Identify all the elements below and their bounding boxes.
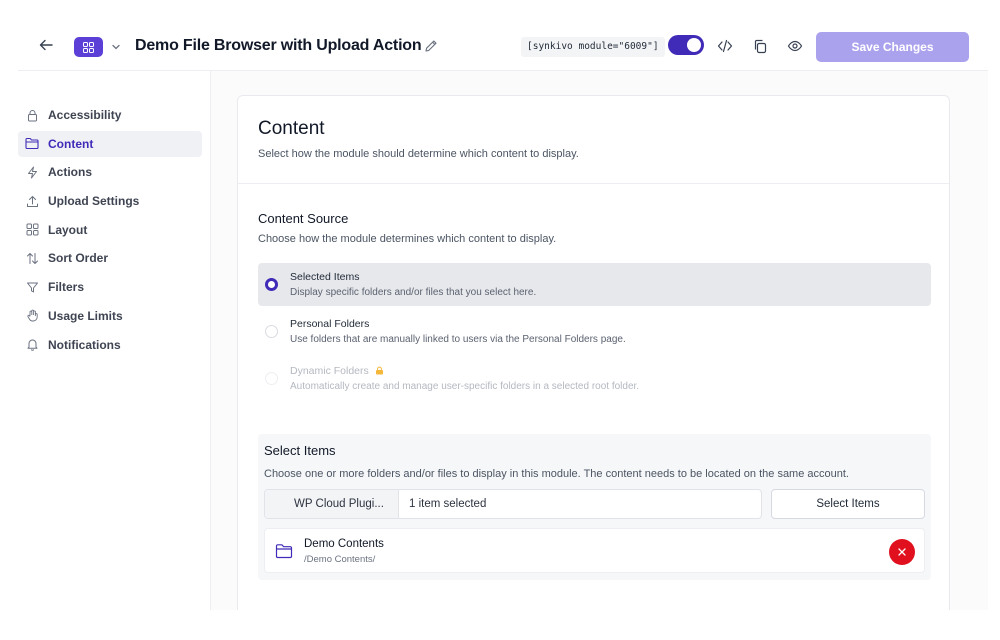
settings-sidebar: Accessibility Content Actions Upload Set… <box>18 71 211 610</box>
embed-code-button[interactable] <box>716 37 734 55</box>
page-title: Content <box>258 118 325 139</box>
account-selector[interactable]: WP Cloud Plugi... <box>265 490 399 518</box>
sidebar-item-label: Usage Limits <box>48 308 123 323</box>
copy-icon <box>754 39 766 53</box>
chevron-down-icon <box>112 44 120 50</box>
sidebar-item-label: Filters <box>48 280 85 295</box>
lock-icon <box>25 108 39 122</box>
back-button[interactable] <box>36 35 56 55</box>
sidebar-item-label: Layout <box>48 222 88 237</box>
module-type-badge[interactable] <box>74 37 103 57</box>
option-personal-folders[interactable]: Personal Folders Use folders that are ma… <box>258 310 931 353</box>
content-source-description: Choose how the module determines which c… <box>258 233 557 245</box>
sidebar-item-layout[interactable]: Layout <box>18 217 202 243</box>
preview-button[interactable] <box>786 37 804 55</box>
option-label-row: Dynamic Folders <box>290 365 384 377</box>
module-enabled-toggle[interactable] <box>668 35 704 55</box>
page-description: Select how the module should determine w… <box>258 148 579 160</box>
radio-personal-folders[interactable] <box>265 325 278 338</box>
sidebar-item-filters[interactable]: Filters <box>18 274 202 300</box>
sidebar-item-notifications[interactable]: Notifications <box>18 332 202 358</box>
top-bar: Demo File Browser with Upload Action [sy… <box>18 18 988 71</box>
sort-icon <box>25 251 39 265</box>
selection-summary: WP Cloud Plugi... 1 item selected <box>264 489 762 519</box>
option-label: Selected Items <box>290 271 360 283</box>
code-icon <box>717 39 733 53</box>
radio-dynamic-folders <box>265 372 278 385</box>
sidebar-item-content[interactable]: Content <box>18 130 202 157</box>
pencil-icon <box>425 40 437 52</box>
save-changes-button[interactable]: Save Changes <box>816 32 969 62</box>
sidebar-item-label: Upload Settings <box>48 194 140 209</box>
sidebar-item-accessibility[interactable]: Accessibility <box>18 102 202 128</box>
content-settings-card: Content Select how the module should det… <box>237 95 950 610</box>
sidebar-item-usage-limits[interactable]: Usage Limits <box>18 303 202 329</box>
sidebar-item-label: Notifications <box>48 337 121 352</box>
card-header: Content Select how the module should det… <box>238 96 949 184</box>
grid-icon <box>83 41 94 53</box>
grid-icon <box>25 223 39 237</box>
close-icon <box>898 548 906 556</box>
premium-lock-icon <box>375 366 383 375</box>
folder-icon <box>275 544 293 559</box>
hand-icon <box>25 309 39 323</box>
option-description: Display specific folders and/or files th… <box>290 287 537 298</box>
sidebar-item-label: Content <box>48 136 94 151</box>
filter-icon <box>25 280 39 294</box>
sidebar-item-label: Accessibility <box>48 108 122 122</box>
folder-icon <box>25 137 39 151</box>
bolt-icon <box>25 165 39 179</box>
bell-icon <box>25 338 39 352</box>
option-dynamic-folders: Dynamic Folders Automatically create and… <box>258 357 931 400</box>
select-items-title: Select Items <box>264 443 336 458</box>
remove-item-button[interactable] <box>889 539 915 565</box>
sidebar-item-label: Actions <box>48 165 93 180</box>
content-source-title: Content Source <box>258 211 349 226</box>
settings-nav: Accessibility Content Actions Upload Set… <box>18 102 202 360</box>
item-name: Demo Contents <box>304 538 384 550</box>
main-panel: Content Select how the module should det… <box>211 71 988 610</box>
option-description: Use folders that are manually linked to … <box>290 334 626 345</box>
module-switcher-dropdown[interactable] <box>109 40 123 54</box>
item-path: /Demo Contents/ <box>304 554 376 565</box>
sidebar-item-upload-settings[interactable]: Upload Settings <box>18 188 202 214</box>
select-items-button[interactable]: Select Items <box>771 489 925 519</box>
duplicate-button[interactable] <box>751 37 769 55</box>
selected-count: 1 item selected <box>409 498 487 510</box>
upload-icon <box>25 194 39 208</box>
select-items-description: Choose one or more folders and/or files … <box>264 468 849 480</box>
app-window: Demo File Browser with Upload Action [sy… <box>18 18 988 610</box>
sidebar-item-actions[interactable]: Actions <box>18 159 202 185</box>
radio-selected-items[interactable] <box>265 278 278 291</box>
option-label: Dynamic Folders <box>290 365 369 377</box>
sidebar-item-sort-order[interactable]: Sort Order <box>18 245 202 271</box>
option-description: Automatically create and manage user-spe… <box>290 381 640 392</box>
module-title: Demo File Browser with Upload Action <box>135 37 422 54</box>
sidebar-item-label: Sort Order <box>48 251 109 266</box>
back-arrow-icon <box>39 39 53 51</box>
eye-icon <box>787 40 803 52</box>
shortcode-label[interactable]: [synkivo module="6009"] <box>521 37 665 57</box>
select-items-panel: Select Items Choose one or more folders … <box>258 434 931 580</box>
edit-title-button[interactable] <box>424 39 440 55</box>
option-label: Personal Folders <box>290 318 370 330</box>
option-selected-items[interactable]: Selected Items Display specific folders … <box>258 263 931 306</box>
list-item: Demo Contents /Demo Contents/ <box>264 528 925 573</box>
